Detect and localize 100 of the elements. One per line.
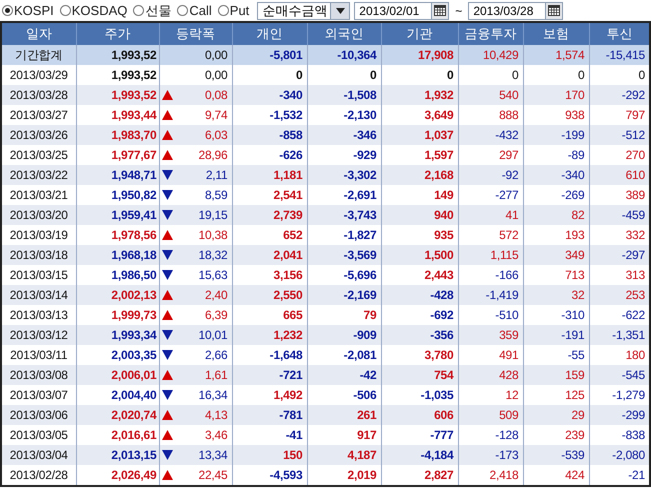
table-cell: 540 [458, 85, 523, 105]
table-cell: -299 [589, 405, 650, 425]
table-cell: 610 [589, 165, 650, 185]
table-cell: 82 [523, 205, 589, 225]
table-cell: 1,037 [381, 125, 458, 145]
table-cell: -459 [589, 205, 650, 225]
table-cell: 1,574 [523, 45, 589, 65]
table-cell: 2,020,74 [76, 405, 159, 425]
table-cell: 2,026,49 [76, 465, 159, 486]
table-cell: -4,184 [381, 445, 458, 465]
table-cell: 606 [381, 405, 458, 425]
table-cell: -346 [307, 125, 381, 145]
radio-label[interactable]: KOSPI [14, 3, 54, 18]
calendar-icon[interactable] [431, 2, 448, 18]
table-cell: 10,01 [159, 325, 232, 345]
table-cell: 4,187 [307, 445, 381, 465]
table-cell: 2,002,13 [76, 285, 159, 305]
table-cell: 17,908 [381, 45, 458, 65]
table-cell: -539 [523, 445, 589, 465]
table-cell: 428 [458, 365, 523, 385]
table-cell: -297 [589, 245, 650, 265]
table-cell: 1,115 [458, 245, 523, 265]
column-header[interactable]: 외국인 [307, 22, 381, 45]
calendar-icon[interactable] [545, 2, 562, 18]
table-cell: 2,827 [381, 465, 458, 486]
table-cell: 10,429 [458, 45, 523, 65]
date-cell: 2013/03/18 [1, 245, 76, 265]
radio-button[interactable] [60, 5, 71, 16]
column-header[interactable]: 투신 [589, 22, 650, 45]
table-cell: 2,013,15 [76, 445, 159, 465]
table-cell: -3,302 [307, 165, 381, 185]
table-cell: 1,948,71 [76, 165, 159, 185]
column-header[interactable]: 금융투자 [458, 22, 523, 45]
end-date-field[interactable]: 2013/03/28 [468, 2, 564, 20]
table-cell: -173 [458, 445, 523, 465]
table-cell: 1,968,18 [76, 245, 159, 265]
radio-button[interactable] [133, 5, 144, 16]
table-cell: -909 [307, 325, 381, 345]
table-cell: -1,508 [307, 85, 381, 105]
radio-label[interactable]: Call [189, 3, 212, 18]
table-cell: -1,351 [589, 325, 650, 345]
table-cell: -512 [589, 125, 650, 145]
radio-button[interactable] [177, 5, 188, 16]
date-cell: 2013/03/12 [1, 325, 76, 345]
table-cell: -340 [232, 85, 307, 105]
table-cell: -721 [232, 365, 307, 385]
table-cell: -781 [232, 405, 307, 425]
table-cell: -858 [232, 125, 307, 145]
table-cell: -42 [307, 365, 381, 385]
column-header[interactable]: 보험 [523, 22, 589, 45]
table-cell: 0,08 [159, 85, 232, 105]
radio-label[interactable]: Put [230, 3, 250, 18]
table-cell: 2,006,01 [76, 365, 159, 385]
table-cell: 1,181 [232, 165, 307, 185]
table-cell: -292 [589, 85, 650, 105]
column-header[interactable]: 기관 [381, 22, 458, 45]
table-cell: 1,993,52 [76, 45, 159, 65]
table-cell: -545 [589, 365, 650, 385]
date-cell: 2013/03/20 [1, 205, 76, 225]
table-cell: -15,415 [589, 45, 650, 65]
start-date-field[interactable]: 2013/02/01 [354, 2, 450, 20]
table-cell: -356 [381, 325, 458, 345]
table-cell: -5,801 [232, 45, 307, 65]
table-cell: -199 [523, 125, 589, 145]
table-cell: 1,993,52 [76, 85, 159, 105]
table-cell: 19,15 [159, 205, 232, 225]
table-cell: -432 [458, 125, 523, 145]
radio-button[interactable] [218, 5, 229, 16]
radio-label[interactable]: 선물 [145, 2, 172, 20]
table-cell: 2,041 [232, 245, 307, 265]
table-cell: 261 [307, 405, 381, 425]
table-cell: -92 [458, 165, 523, 185]
table-cell: 253 [589, 285, 650, 305]
table-cell: 2,40 [159, 285, 232, 305]
table-cell: 424 [523, 465, 589, 486]
column-header[interactable]: 등락폭 [159, 22, 232, 45]
date-cell: 2013/03/26 [1, 125, 76, 145]
measure-dropdown[interactable]: 순매수금액 [257, 2, 350, 20]
table-cell: 18,32 [159, 245, 232, 265]
table-cell: -3,569 [307, 245, 381, 265]
date-cell: 2013/03/14 [1, 285, 76, 305]
column-header[interactable]: 개인 [232, 22, 307, 45]
table-cell: 2,739 [232, 205, 307, 225]
range-separator: ~ [454, 4, 464, 18]
column-header[interactable]: 일자 [1, 22, 76, 45]
table-cell: -10,364 [307, 45, 381, 65]
table-cell: 13,34 [159, 445, 232, 465]
table-cell: 1,500 [381, 245, 458, 265]
table-cell: -1,419 [458, 285, 523, 305]
table-cell: -340 [523, 165, 589, 185]
row-label: 기간합계 [1, 45, 76, 65]
radio-button[interactable] [2, 5, 13, 16]
table-cell: 509 [458, 405, 523, 425]
table-cell: 1,232 [232, 325, 307, 345]
table-cell: 349 [523, 245, 589, 265]
table-cell: 22,45 [159, 465, 232, 486]
radio-label[interactable]: KOSDAQ [72, 3, 128, 18]
table-cell: -2,080 [589, 445, 650, 465]
table-cell: 359 [458, 325, 523, 345]
column-header[interactable]: 주가 [76, 22, 159, 45]
